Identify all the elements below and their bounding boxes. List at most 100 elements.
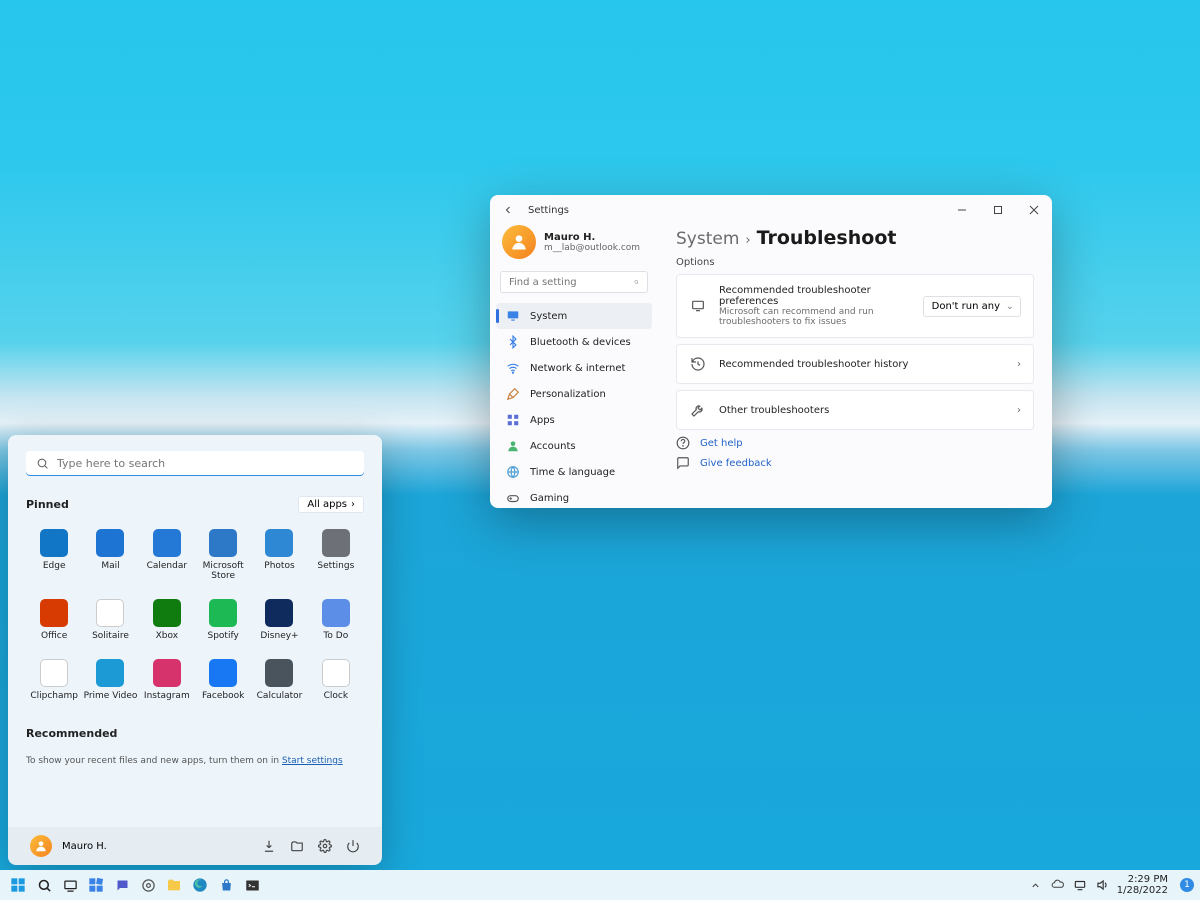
nav-item-bluetooth-devices[interactable]: Bluetooth & devices <box>496 329 652 355</box>
user-name: Mauro H. <box>544 232 640 243</box>
downloads-icon[interactable] <box>262 839 276 853</box>
taskbar: 2:29 PM 1/28/2022 1 <box>0 870 1200 900</box>
window-title: Settings <box>528 205 569 216</box>
wrench-icon <box>689 401 707 419</box>
option-other-troubleshooters[interactable]: Other troubleshooters› <box>676 390 1034 430</box>
pinned-app-prime-video[interactable]: Prime Video <box>82 655 138 705</box>
pinned-app-office[interactable]: Office <box>26 595 82 645</box>
store-taskbar-icon[interactable] <box>214 873 238 897</box>
pinned-apps-grid: EdgeMailCalendarMicrosoft StorePhotosSet… <box>26 525 364 705</box>
avatar[interactable] <box>30 835 52 857</box>
app-icon <box>40 659 68 687</box>
pinned-app-microsoft-store[interactable]: Microsoft Store <box>195 525 251 585</box>
pinned-app-instagram[interactable]: Instagram <box>139 655 195 705</box>
chevron-right-icon: › <box>1017 405 1021 416</box>
app-icon <box>265 529 293 557</box>
nav-item-system[interactable]: System <box>496 303 652 329</box>
nav-item-accounts[interactable]: Accounts <box>496 433 652 459</box>
start-menu: Pinned All apps › EdgeMailCalendarMicros… <box>8 435 382 865</box>
app-icon <box>265 659 293 687</box>
app-icon <box>153 599 181 627</box>
app-icon <box>322 599 350 627</box>
app-icon <box>40 599 68 627</box>
network-tray-icon[interactable] <box>1073 878 1087 892</box>
search-icon <box>36 457 49 470</box>
terminal-taskbar-icon[interactable] <box>240 873 264 897</box>
nav-item-apps[interactable]: Apps <box>496 407 652 433</box>
task-view-button[interactable] <box>58 873 82 897</box>
search-icon <box>634 276 639 288</box>
apps-icon <box>506 413 520 427</box>
settings-sidebar: Mauro H. m__lab@outlook.com SystemBlueto… <box>490 225 658 508</box>
nav-item-time-language[interactable]: Time & language <box>496 459 652 485</box>
pinned-app-edge[interactable]: Edge <box>26 525 82 585</box>
pinned-app-calculator[interactable]: Calculator <box>251 655 307 705</box>
settings-icon[interactable] <box>318 839 332 853</box>
user-email: m__lab@outlook.com <box>544 243 640 253</box>
volume-tray-icon[interactable] <box>1095 878 1109 892</box>
pinned-app-mail[interactable]: Mail <box>82 525 138 585</box>
power-icon[interactable] <box>346 839 360 853</box>
settings-window: Settings Mauro H. m__lab@outlook.com <box>490 195 1052 508</box>
pinned-app-settings[interactable]: Settings <box>308 525 364 585</box>
widgets-button[interactable] <box>84 873 108 897</box>
start-settings-link[interactable]: Start settings <box>282 756 343 766</box>
search-button[interactable] <box>32 873 56 897</box>
option-recommended-troubleshooter-preferences[interactable]: Recommended troubleshooter preferencesMi… <box>676 274 1034 338</box>
all-apps-button[interactable]: All apps › <box>298 496 364 513</box>
pinned-app-solitaire[interactable]: Solitaire <box>82 595 138 645</box>
settings-main-panel: System › Troubleshoot Options Recommende… <box>658 225 1052 508</box>
start-button[interactable] <box>6 873 30 897</box>
settings-taskbar-icon[interactable] <box>136 873 160 897</box>
option-recommended-troubleshooter-history[interactable]: Recommended troubleshooter history› <box>676 344 1034 384</box>
pinned-app-calendar[interactable]: Calendar <box>139 525 195 585</box>
avatar <box>502 225 536 259</box>
feedback-icon <box>676 456 690 470</box>
find-setting-input[interactable] <box>509 277 634 288</box>
app-icon <box>96 529 124 557</box>
preference-select[interactable]: Don't run any ⌄ <box>923 296 1021 317</box>
pinned-app-disney-[interactable]: Disney+ <box>251 595 307 645</box>
taskbar-clock[interactable]: 2:29 PM 1/28/2022 <box>1117 874 1172 897</box>
file-explorer-icon[interactable] <box>162 873 186 897</box>
nav-item-gaming[interactable]: Gaming <box>496 485 652 508</box>
edge-taskbar-icon[interactable] <box>188 873 212 897</box>
titlebar: Settings <box>490 195 1052 225</box>
close-button[interactable] <box>1016 195 1052 225</box>
breadcrumb-parent[interactable]: System <box>676 229 739 249</box>
wifi-icon <box>506 361 520 375</box>
give-feedback-link[interactable]: Give feedback <box>676 456 1034 470</box>
app-icon <box>40 529 68 557</box>
documents-icon[interactable] <box>290 839 304 853</box>
get-help-link[interactable]: Get help <box>676 436 1034 450</box>
app-icon <box>209 529 237 557</box>
nav-item-personalization[interactable]: Personalization <box>496 381 652 407</box>
user-account-block[interactable]: Mauro H. m__lab@outlook.com <box>496 225 652 267</box>
find-a-setting-search[interactable] <box>500 271 648 293</box>
start-search-input[interactable] <box>57 457 354 470</box>
bluetooth-icon <box>506 335 520 349</box>
pinned-app-spotify[interactable]: Spotify <box>195 595 251 645</box>
pinned-app-facebook[interactable]: Facebook <box>195 655 251 705</box>
pinned-app-clock[interactable]: Clock <box>308 655 364 705</box>
minimize-button[interactable] <box>944 195 980 225</box>
chevron-right-icon: › <box>1017 359 1021 370</box>
start-search[interactable] <box>26 451 364 476</box>
globe-icon <box>506 465 520 479</box>
pinned-app-photos[interactable]: Photos <box>251 525 307 585</box>
tray-chevron-icon[interactable] <box>1029 878 1043 892</box>
app-icon <box>153 529 181 557</box>
app-icon <box>96 659 124 687</box>
pinned-app-to-do[interactable]: To Do <box>308 595 364 645</box>
app-icon <box>209 599 237 627</box>
back-button[interactable] <box>500 202 516 218</box>
pinned-app-xbox[interactable]: Xbox <box>139 595 195 645</box>
notification-badge[interactable]: 1 <box>1180 878 1194 892</box>
nav-item-network-internet[interactable]: Network & internet <box>496 355 652 381</box>
chat-button[interactable] <box>110 873 134 897</box>
pinned-app-clipchamp[interactable]: Clipchamp <box>26 655 82 705</box>
onedrive-icon[interactable] <box>1051 878 1065 892</box>
brush-icon <box>506 387 520 401</box>
maximize-button[interactable] <box>980 195 1016 225</box>
pinned-heading: Pinned <box>26 498 69 511</box>
